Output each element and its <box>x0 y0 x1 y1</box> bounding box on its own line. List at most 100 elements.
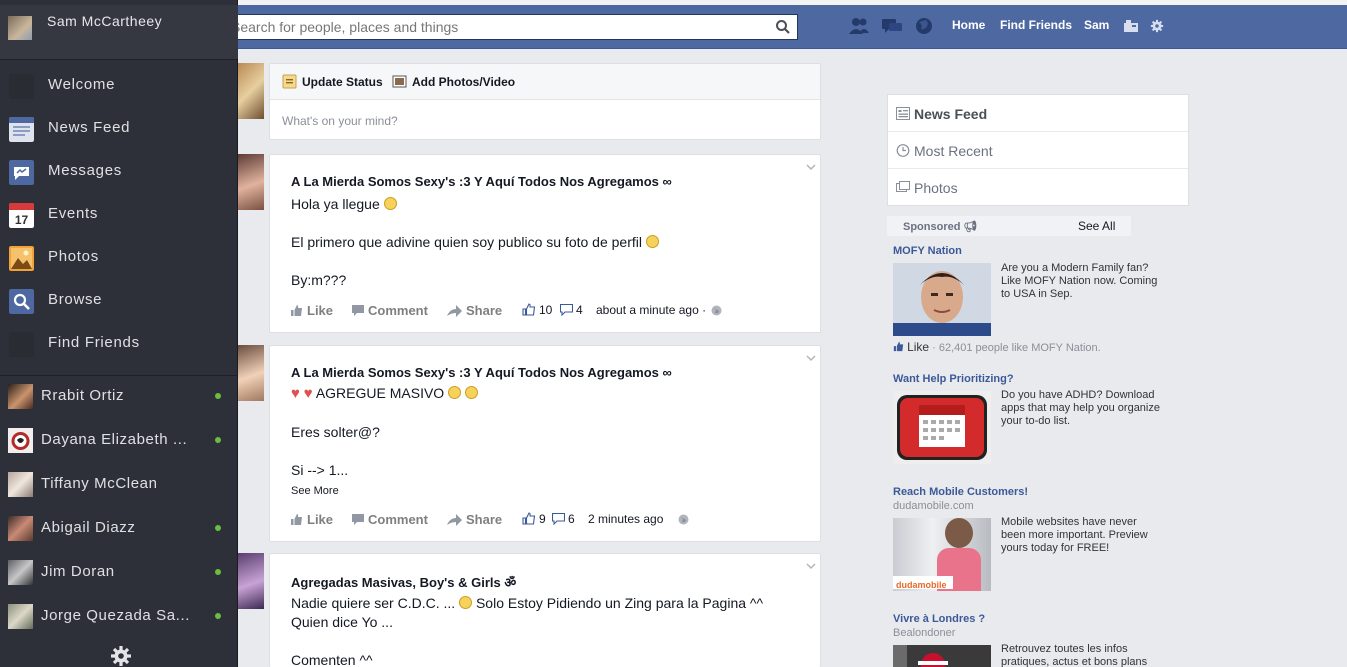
avatar <box>8 472 33 497</box>
post-text: Comenten ^^ <box>291 652 373 667</box>
sidebar-profile[interactable]: Sam McCartheey <box>0 5 238 59</box>
thumbs-up-icon <box>291 514 302 525</box>
ad-like-row: Like · 62,401 people like MOFY Nation. <box>893 340 1101 354</box>
nav-home-link[interactable]: Home <box>952 18 985 32</box>
post-group-name[interactable]: A La Mierda Somos Sexy's :3 Y Aquí Todos… <box>291 365 672 380</box>
search-input[interactable] <box>221 15 761 39</box>
sidebar-item-welcome[interactable]: Welcome <box>0 65 238 108</box>
nav-find-friends-link[interactable]: Find Friends <box>1000 18 1072 32</box>
privacy-icon[interactable] <box>1123 17 1139 35</box>
likes-count[interactable]: 9 <box>539 512 546 526</box>
chat-friend-item[interactable]: Tiffany McClean <box>0 463 238 507</box>
add-photos-video-tab[interactable]: Add Photos/Video <box>412 75 515 89</box>
sidebar-item-news-feed[interactable]: News Feed <box>0 108 238 151</box>
left-sidebar: Sam McCartheey Welcome News Feed Message… <box>0 0 238 667</box>
ad-brand-label: dudamobile <box>893 576 953 590</box>
chat-friend-item[interactable]: Dayana Elizabeth ... <box>0 419 238 463</box>
share-button[interactable]: Share <box>466 512 502 527</box>
post-text: Quien dice Yo ... <box>291 614 393 630</box>
divider <box>0 59 238 60</box>
chevron-down-icon[interactable] <box>806 562 816 570</box>
post-timestamp[interactable]: 2 minutes ago <box>588 512 663 526</box>
sidebar-item-photos[interactable]: Photos <box>0 237 238 280</box>
online-status-dot <box>215 525 221 531</box>
nav-item-news-feed[interactable]: News Feed <box>888 95 1188 132</box>
ad-image[interactable] <box>893 391 991 464</box>
chat-friend-item[interactable]: Abigail Diazz <box>0 507 238 551</box>
friend-name: Tiffany McClean <box>41 475 158 492</box>
comment-button[interactable]: Comment <box>368 512 428 527</box>
sidebar-item-browse[interactable]: Browse <box>0 280 238 323</box>
gear-icon[interactable] <box>110 645 132 667</box>
avatar[interactable] <box>8 16 32 40</box>
online-status-dot <box>215 437 221 443</box>
chat-friend-item[interactable]: Jorge Quezada Sa... <box>0 595 238 639</box>
profile-name[interactable]: Sam McCartheey <box>47 13 217 30</box>
svg-text:17: 17 <box>15 213 29 227</box>
post-actions: Like Comment Share 9 6 2 minutes ago <box>290 512 810 528</box>
avatar[interactable] <box>238 345 264 401</box>
post-group-name[interactable]: Agregadas Masivas, Boy's & Girls ॐ <box>291 573 516 591</box>
ad-image[interactable]: dudamobile <box>893 518 991 591</box>
sidebar-item-label: News Feed <box>48 119 131 136</box>
status-input[interactable]: What's on your mind? <box>282 114 398 128</box>
sidebar-item-find-friends[interactable]: Find Friends <box>0 323 238 366</box>
online-status-dot <box>215 569 221 575</box>
share-button[interactable]: Share <box>466 303 502 318</box>
update-status-tab[interactable]: Update Status <box>302 75 383 89</box>
sidebar-item-events[interactable]: 17 Events <box>0 194 238 237</box>
avatar[interactable] <box>238 553 264 609</box>
nav-user-link[interactable]: Sam <box>1084 18 1109 32</box>
settings-gear-icon[interactable] <box>1150 17 1164 35</box>
chat-friend-item[interactable]: Rrabit Ortiz <box>0 375 238 419</box>
messages-icon[interactable] <box>881 17 903 35</box>
photos-icon <box>896 181 910 192</box>
ad-title[interactable]: Want Help Prioritizing? <box>893 373 1014 385</box>
news-feed-icon <box>9 117 34 142</box>
chat-friend-item[interactable]: Jim Doran <box>0 551 238 595</box>
comments-count[interactable]: 4 <box>576 303 583 317</box>
search-icon[interactable] <box>775 19 791 35</box>
megaphone-icon: 📢︎ <box>963 221 978 233</box>
chevron-down-icon[interactable] <box>806 354 816 362</box>
comment-icon <box>352 514 364 525</box>
see-more-link[interactable]: See More <box>291 485 339 497</box>
notifications-globe-icon[interactable] <box>913 17 935 35</box>
ad-title[interactable]: Vivre à Londres ? <box>893 613 985 625</box>
news-feed-icon <box>896 107 910 120</box>
nav-item-most-recent[interactable]: Most Recent <box>888 132 1188 169</box>
post-group-name[interactable]: A La Mierda Somos Sexy's :3 Y Aquí Todos… <box>291 174 672 189</box>
sidebar-item-label: Events <box>48 205 99 222</box>
ad-like-button[interactable]: Like <box>907 340 929 354</box>
search-box[interactable] <box>220 14 798 40</box>
ad-text: Retrouvez toutes les infos pratiques, ac… <box>1001 643 1148 667</box>
comment-button[interactable]: Comment <box>368 303 428 318</box>
nav-item-photos[interactable]: Photos <box>888 169 1188 206</box>
search-icon <box>9 289 34 314</box>
likes-count[interactable]: 10 <box>539 303 552 317</box>
like-button[interactable]: Like <box>307 303 333 318</box>
avatar[interactable] <box>238 63 264 119</box>
chevron-down-icon[interactable] <box>806 163 816 171</box>
clock-icon <box>896 144 910 157</box>
ad-image[interactable] <box>893 263 991 336</box>
sad-emoticon-icon <box>459 596 473 609</box>
friend-name: Abigail Diazz <box>41 519 136 536</box>
sidebar-item-label: Find Friends <box>48 334 140 351</box>
see-all-link[interactable]: See All <box>1078 219 1115 233</box>
ad-title[interactable]: Reach Mobile Customers! <box>893 486 1028 498</box>
post-text-line: Hola ya llegue <box>291 196 397 212</box>
post-timestamp[interactable]: about a minute ago · <box>596 303 706 317</box>
find-friends-icon <box>9 332 34 357</box>
comments-count[interactable]: 6 <box>568 512 575 526</box>
ad-title[interactable]: MOFY Nation <box>893 245 962 257</box>
like-button[interactable]: Like <box>307 512 333 527</box>
sidebar-item-label: Browse <box>48 291 103 308</box>
comments-count-icon <box>560 304 573 316</box>
feed-post: Agregadas Masivas, Boy's & Girls ॐ Nadie… <box>269 553 821 667</box>
friend-requests-icon[interactable] <box>848 17 870 35</box>
sidebar-item-messages[interactable]: Messages <box>0 151 238 194</box>
nav-item-label: Photos <box>914 180 958 196</box>
avatar[interactable] <box>238 154 264 210</box>
ad-image[interactable] <box>893 645 991 667</box>
